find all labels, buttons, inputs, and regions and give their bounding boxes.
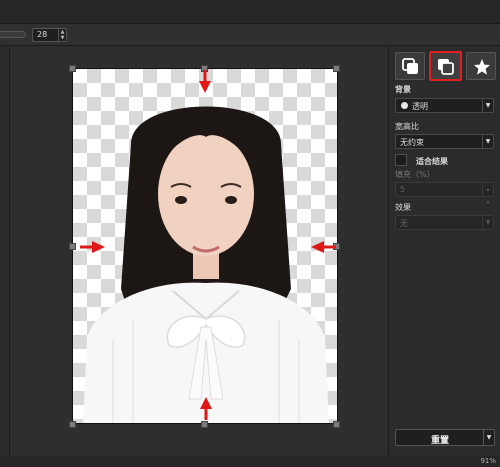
reset-button-label: 重置 — [430, 436, 449, 446]
zoom-level: 91% — [480, 457, 496, 465]
panel-tabs — [393, 51, 497, 82]
star-icon — [474, 59, 490, 75]
chevron-down-icon: ▼ — [482, 216, 493, 229]
reset-button[interactable]: 重置 ▼ — [395, 429, 495, 446]
arrow-right-icon — [80, 241, 105, 253]
chevron-down-icon: ▼ — [482, 99, 493, 112]
copy-front-icon — [402, 58, 418, 74]
crop-handle-top-left[interactable] — [69, 65, 76, 72]
crop-handle-top-right[interactable] — [333, 65, 340, 72]
background-select[interactable]: 透明 ▼ — [395, 98, 494, 113]
fit-result-checkbox[interactable] — [395, 154, 407, 166]
copy-back-icon — [438, 59, 454, 75]
size-number-field[interactable]: 28 ▲ ▼ — [32, 28, 67, 42]
aspect-ratio-select[interactable]: 无约束 ▼ — [395, 134, 494, 149]
left-gutter — [0, 47, 10, 467]
fit-result-label: 适合结果 — [416, 157, 448, 166]
chevron-down-icon[interactable]: ▼ — [483, 430, 494, 445]
effect-select[interactable]: 无 ▼ — [395, 215, 494, 230]
fill-label: 填充（%） — [395, 170, 435, 179]
properties-panel: 背景 透明 ▼ 宽高比 无约束 ▼ 适合结果 填充（%） 5 ▴ ▾ 效果 无 ▼… — [388, 47, 500, 467]
circle-icon — [401, 102, 408, 109]
status-bar: 91% — [0, 456, 500, 467]
fill-value: 5 — [400, 185, 406, 194]
background-label: 背景 — [395, 85, 411, 94]
size-slider[interactable] — [0, 31, 26, 38]
toolbar: 28 ▲ ▼ — [0, 24, 500, 46]
effect-value: 无 — [400, 219, 408, 228]
aspect-ratio-label: 宽高比 — [395, 122, 419, 131]
title-strip — [0, 0, 500, 24]
crop-handle-bottom-right[interactable] — [333, 421, 340, 428]
fill-input[interactable]: 5 ▴ ▾ — [395, 182, 494, 206]
up-down-arrows-icon: ▴ ▾ — [482, 183, 493, 206]
arrow-left-icon — [311, 241, 336, 253]
aspect-ratio-value: 无约束 — [400, 138, 424, 147]
photo-image[interactable] — [72, 68, 338, 424]
tab-favorites[interactable] — [466, 52, 496, 80]
portrait-illustration — [83, 106, 329, 423]
crop-handle-bottom-left[interactable] — [69, 421, 76, 428]
arrow-up-icon — [200, 397, 212, 420]
tab-front-copy[interactable] — [395, 52, 425, 80]
crop-handle-bottom[interactable] — [201, 421, 208, 428]
crop-handle-left[interactable] — [69, 243, 76, 250]
chevron-down-icon: ▼ — [482, 135, 493, 148]
arrow-down-icon — [199, 70, 211, 93]
background-value: 透明 — [412, 102, 428, 111]
up-down-arrows-icon[interactable]: ▲ ▼ — [58, 29, 66, 41]
size-number-value: 28 — [37, 30, 48, 39]
tab-back-copy[interactable] — [429, 51, 462, 81]
effect-label: 效果 — [395, 203, 411, 212]
